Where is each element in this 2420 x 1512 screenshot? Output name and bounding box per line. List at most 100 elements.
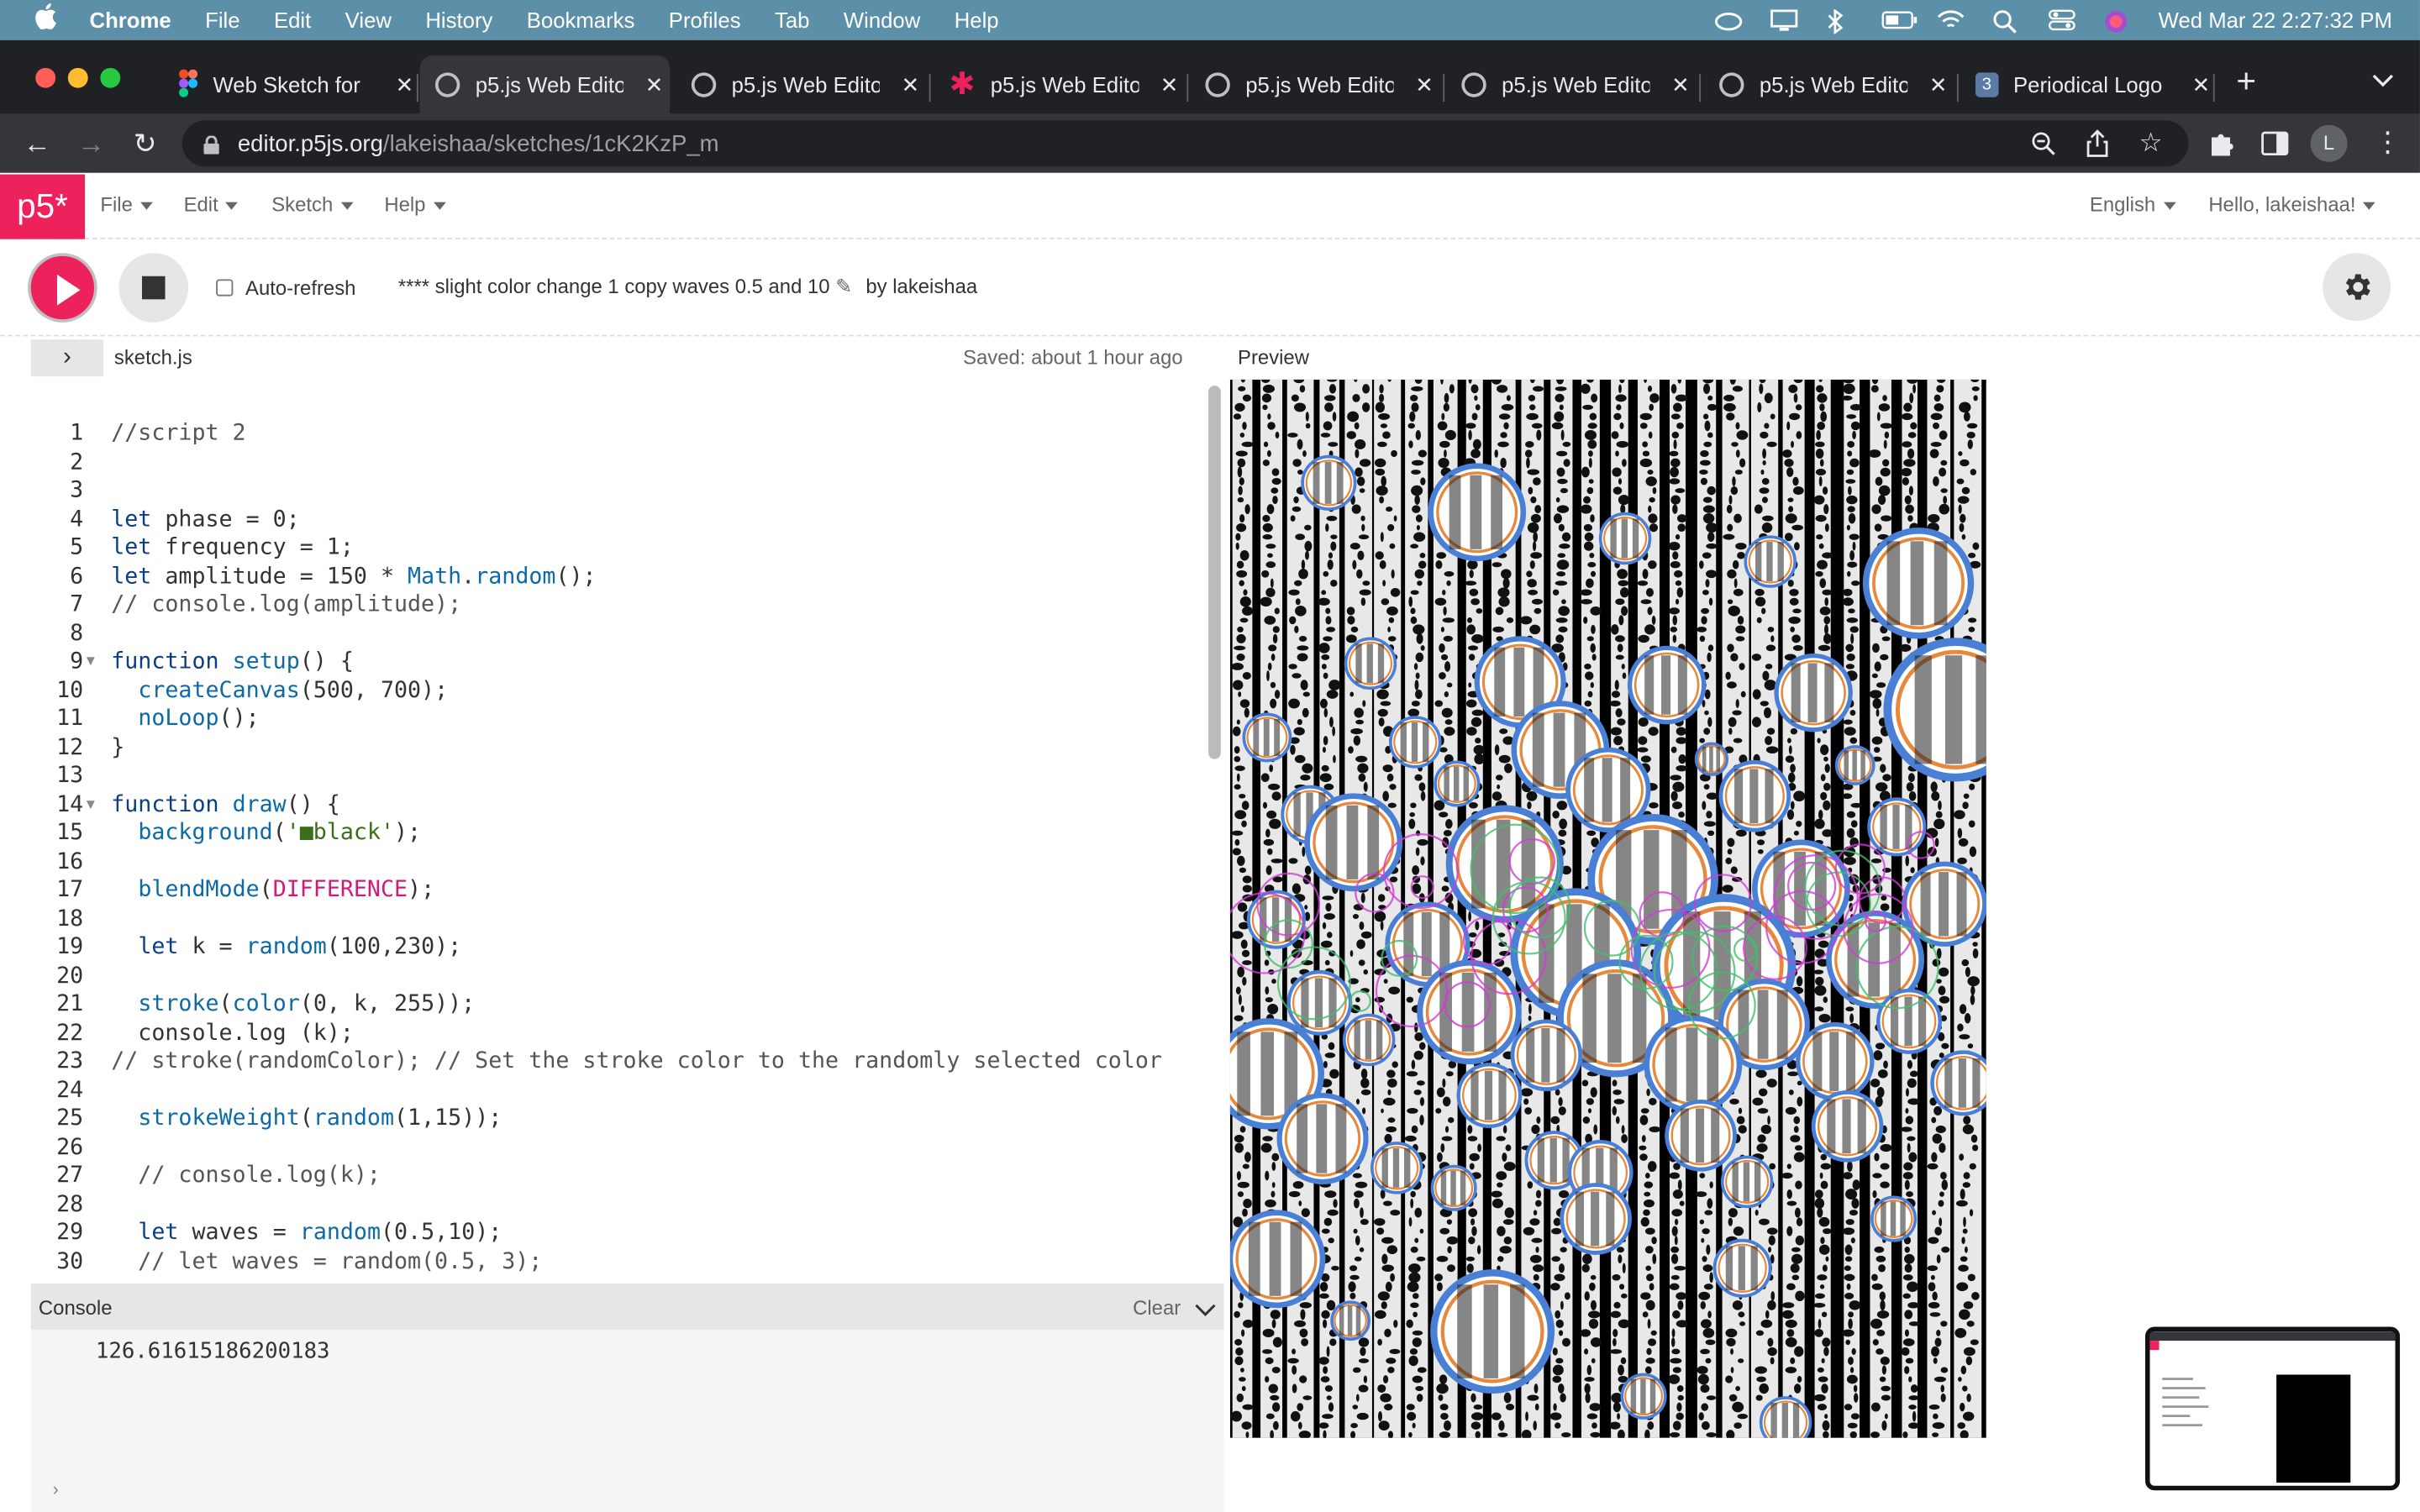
- language-selector[interactable]: English: [2090, 193, 2176, 216]
- close-tab-icon[interactable]: ✕: [1415, 71, 1434, 97]
- close-tab-icon[interactable]: ✕: [1671, 71, 1690, 97]
- settings-button[interactable]: [2323, 253, 2391, 322]
- window-close-button[interactable]: [35, 67, 56, 88]
- profile-avatar[interactable]: L: [2310, 124, 2348, 162]
- bookmark-star-icon[interactable]: ☆: [2139, 128, 2163, 159]
- code-line[interactable]: 2: [31, 449, 1204, 477]
- menubar-bookmarks[interactable]: Bookmarks: [527, 8, 635, 32]
- p5-logo[interactable]: p5*: [0, 174, 86, 239]
- close-tab-icon[interactable]: ✕: [396, 71, 414, 97]
- code-line[interactable]: 16: [31, 848, 1204, 876]
- p5-menu-help[interactable]: Help: [384, 193, 446, 216]
- lock-icon[interactable]: [203, 134, 219, 155]
- tab-search-chevron-icon[interactable]: [2372, 68, 2394, 96]
- code-line[interactable]: 17 blendMode(DIFFERENCE);: [31, 876, 1204, 905]
- menubar-tab[interactable]: Tab: [775, 8, 809, 32]
- code-line[interactable]: 9 ▼ function setup() {: [31, 648, 1204, 676]
- p5-menu-edit[interactable]: Edit: [184, 193, 239, 216]
- code-line[interactable]: 3: [31, 477, 1204, 506]
- creative-cloud-icon[interactable]: [1714, 9, 1742, 31]
- bluetooth-icon[interactable]: [1825, 8, 1853, 35]
- p5-menu-file[interactable]: File: [100, 193, 153, 216]
- code-line[interactable]: 21 stroke(color(0, k, 255));: [31, 990, 1204, 1019]
- code-line[interactable]: 8: [31, 619, 1204, 648]
- fold-triangle-icon[interactable]: ▼: [87, 648, 95, 676]
- zoom-icon[interactable]: [2031, 131, 2055, 162]
- back-arrow-icon[interactable]: ←: [17, 123, 57, 164]
- code-editor[interactable]: 1//script 2 2 3 4 let phase = 0; 5 let frequen…: [30, 381, 1224, 1284]
- close-tab-icon[interactable]: ✕: [1160, 71, 1179, 97]
- browser-tab[interactable]: ✱ p5.js Web Edito ✕: [934, 55, 1184, 114]
- browser-tab[interactable]: p5.js Web Edito ✕: [1704, 55, 1954, 114]
- sketch-preview-canvas[interactable]: [1213, 374, 2028, 1449]
- close-tab-icon[interactable]: ✕: [1929, 71, 1948, 97]
- close-tab-icon[interactable]: ✕: [645, 71, 664, 97]
- code-line[interactable]: 11 noLoop();: [31, 705, 1204, 733]
- menubar-view[interactable]: View: [345, 8, 392, 32]
- sketch-name[interactable]: **** slight color change 1 copy waves 0.…: [398, 275, 852, 299]
- menubar-app-name[interactable]: Chrome: [90, 8, 171, 32]
- code-line[interactable]: 14 ▼ function draw() {: [31, 790, 1204, 819]
- battery-icon[interactable]: [1881, 9, 1917, 31]
- menubar-edit[interactable]: Edit: [274, 8, 311, 32]
- console-clear-button[interactable]: Clear: [1133, 1296, 1181, 1320]
- play-button[interactable]: [28, 253, 97, 323]
- auto-refresh-toggle[interactable]: Auto-refresh: [216, 276, 355, 299]
- menubar-window[interactable]: Window: [844, 8, 920, 32]
- close-tab-icon[interactable]: ✕: [2192, 71, 2211, 97]
- code-line[interactable]: 30 // let waves = random(0.5, 3);: [31, 1247, 1204, 1276]
- address-bar[interactable]: editor.p5js.org/lakeishaa/sketches/1cK2K…: [182, 120, 2189, 167]
- menubar-file[interactable]: File: [205, 8, 239, 32]
- code-line[interactable]: 22 console.log (k);: [31, 1019, 1204, 1047]
- p5-menu-sketch[interactable]: Sketch: [271, 193, 354, 216]
- code-line[interactable]: 27 // console.log(k);: [31, 1162, 1204, 1190]
- code-line[interactable]: 25 strokeWeight(random(1,15));: [31, 1105, 1204, 1133]
- code-line[interactable]: 10 createCanvas(500, 700);: [31, 676, 1204, 705]
- control-center-icon[interactable]: [2047, 9, 2075, 31]
- code-line[interactable]: 29 let waves = random(0.5,10);: [31, 1219, 1204, 1247]
- code-line[interactable]: 19 let k = random(100,230);: [31, 933, 1204, 962]
- code-line[interactable]: 13: [31, 762, 1204, 790]
- close-tab-icon[interactable]: ✕: [902, 71, 920, 97]
- code-line[interactable]: 15 background('■black');: [31, 819, 1204, 848]
- stop-button[interactable]: [118, 253, 189, 323]
- siri-icon[interactable]: [2103, 9, 2131, 33]
- apple-icon[interactable]: [34, 3, 65, 37]
- browser-tab[interactable]: p5.js Web Edito ✕: [676, 55, 926, 114]
- forward-arrow-icon[interactable]: →: [71, 123, 111, 164]
- window-minimize-button[interactable]: [67, 67, 88, 88]
- share-icon[interactable]: [2086, 129, 2108, 163]
- display-icon[interactable]: [1770, 9, 1797, 31]
- code-line[interactable]: 20: [31, 962, 1204, 990]
- user-menu[interactable]: Hello, lakeishaa!: [2208, 193, 2376, 216]
- editor-scrollbar[interactable]: [1208, 386, 1221, 759]
- side-panel-icon[interactable]: [2261, 131, 2289, 164]
- code-line[interactable]: 6 let amplitude = 150 * Math.random();: [31, 562, 1204, 591]
- code-line[interactable]: 26: [31, 1133, 1204, 1162]
- menubar-history[interactable]: History: [425, 8, 492, 32]
- extensions-puzzle-icon[interactable]: [2207, 129, 2234, 165]
- sketch-owner[interactable]: by lakeishaa: [865, 275, 977, 298]
- code-line[interactable]: 23 // stroke(randomColor); // Set the str…: [31, 1047, 1204, 1076]
- browser-tab[interactable]: Web Sketch for ✕: [164, 55, 414, 114]
- wifi-icon[interactable]: [1936, 9, 1964, 31]
- browser-tab[interactable]: p5.js Web Edito ✕: [1190, 55, 1440, 114]
- menubar-help[interactable]: Help: [955, 8, 999, 32]
- reload-icon[interactable]: ↻: [125, 123, 166, 164]
- code-line[interactable]: 12}: [31, 733, 1204, 762]
- code-line[interactable]: 24: [31, 1076, 1204, 1105]
- fold-triangle-icon[interactable]: ▼: [87, 790, 95, 819]
- spotlight-search-icon[interactable]: [1991, 9, 2019, 34]
- code-line[interactable]: 4 let phase = 0;: [31, 506, 1204, 534]
- window-zoom-button[interactable]: [100, 67, 121, 88]
- code-line[interactable]: 28: [31, 1190, 1204, 1219]
- code-line[interactable]: 1 //script 2: [31, 420, 1204, 449]
- browser-tab[interactable]: p5.js Web Edito ✕: [1446, 55, 1697, 114]
- screenshot-thumbnail[interactable]: [2145, 1326, 2401, 1491]
- pencil-edit-icon[interactable]: ✎: [835, 275, 852, 298]
- new-tab-icon[interactable]: +: [2236, 61, 2256, 102]
- console-prompt-chevron-icon[interactable]: ›: [52, 1478, 58, 1500]
- menubar-datetime[interactable]: Wed Mar 22 2:27:32 PM: [2159, 8, 2392, 32]
- code-line[interactable]: 5 let frequency = 1;: [31, 533, 1204, 562]
- code-line[interactable]: 18: [31, 905, 1204, 933]
